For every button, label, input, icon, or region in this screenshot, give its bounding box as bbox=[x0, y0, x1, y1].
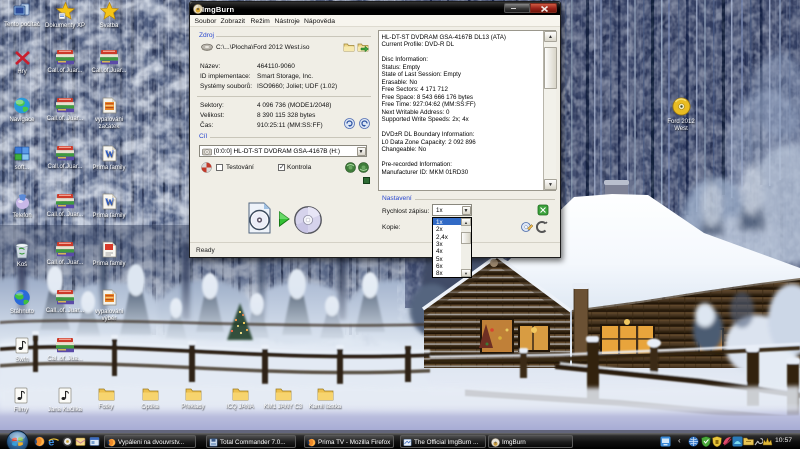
svg-text:e: e bbox=[48, 436, 54, 447]
svg-text:W: W bbox=[105, 149, 114, 159]
svg-text:W: W bbox=[105, 197, 114, 207]
